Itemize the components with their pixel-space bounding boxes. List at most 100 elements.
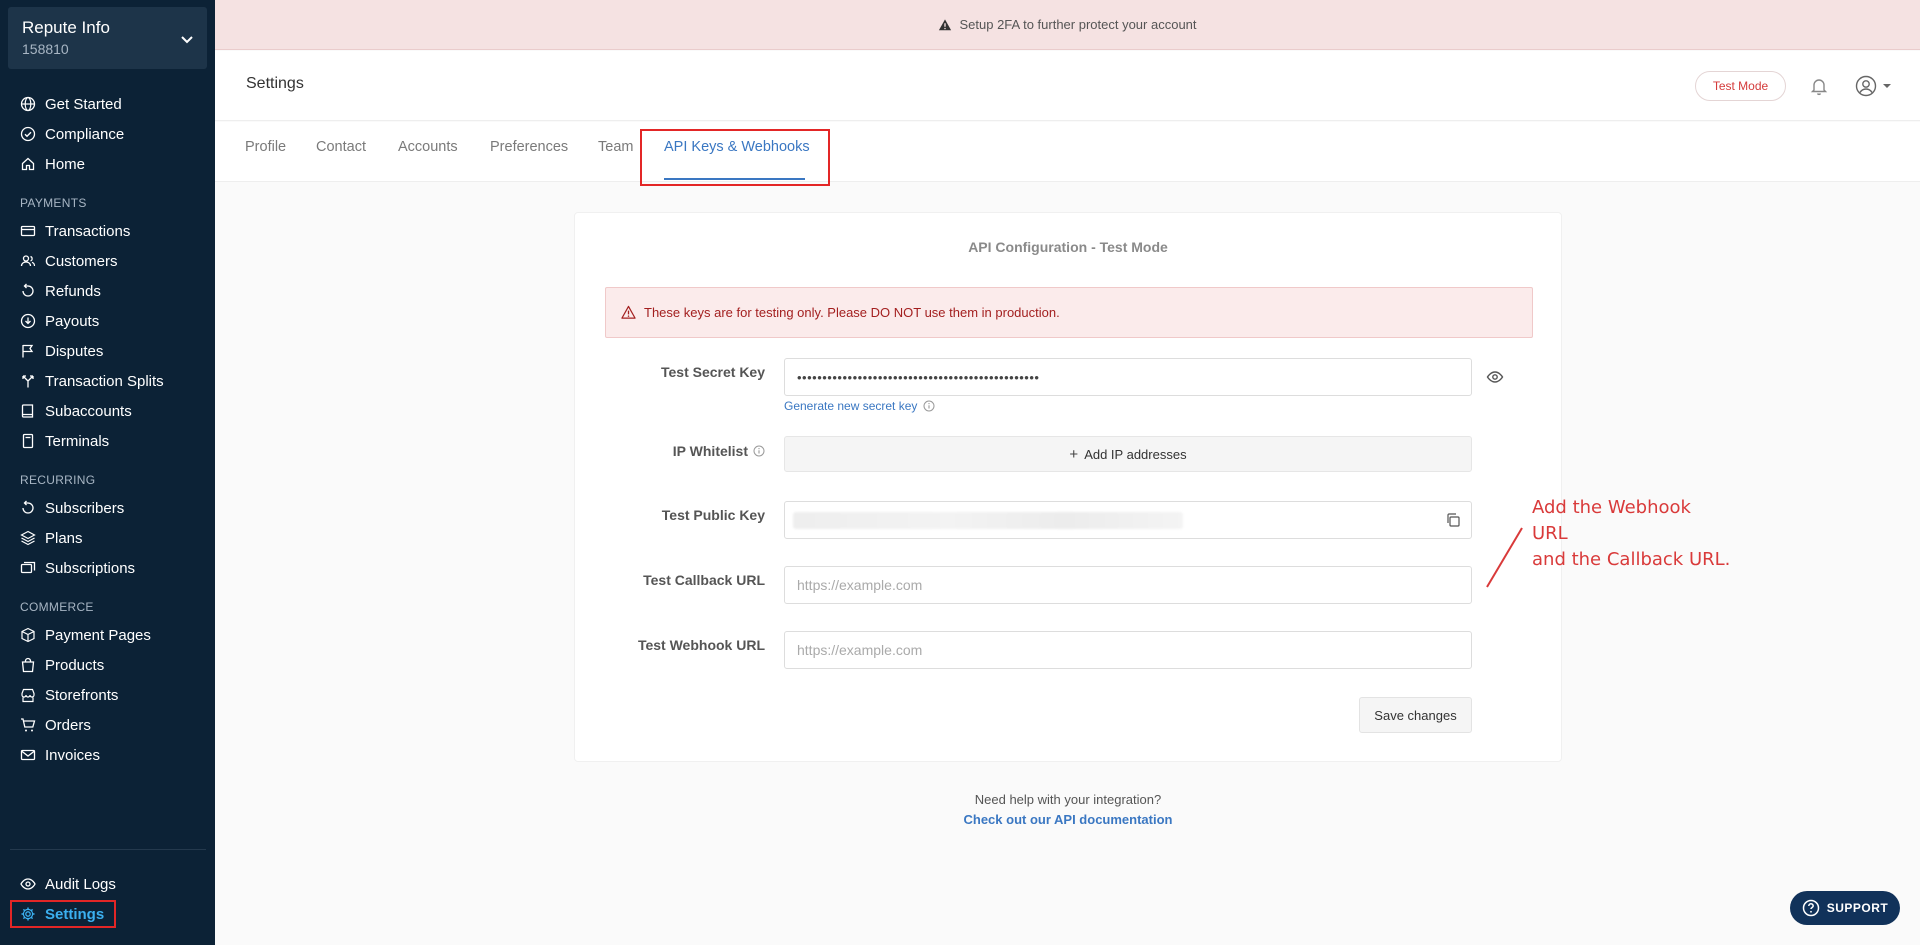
- add-ip-label: Add IP addresses: [1084, 446, 1187, 462]
- book-icon: [21, 404, 34, 418]
- sidebar-item-label: Disputes: [45, 342, 104, 360]
- tab-preferences[interactable]: Preferences: [490, 139, 568, 155]
- sidebar-nav: Get Started Compliance Home PAYMENTS Tra…: [0, 89, 215, 770]
- section-title-payments: PAYMENTS: [20, 196, 87, 210]
- tab-team[interactable]: Team: [598, 139, 633, 155]
- payout-icon: [20, 313, 36, 329]
- annotation-text: Add the Webhook URL and the Callback URL…: [1532, 495, 1732, 573]
- shopping-bag-icon: [21, 657, 35, 673]
- sidebar-item-transactions[interactable]: Transactions: [0, 216, 215, 246]
- help-circle-icon: [1802, 899, 1819, 917]
- sidebar-item-storefronts[interactable]: Storefronts: [0, 680, 215, 710]
- settings-tabs: Profile Contact Accounts Preferences Tea…: [215, 122, 1920, 186]
- globe-icon: [20, 96, 36, 112]
- generate-secret-key-link[interactable]: Generate new secret key: [784, 399, 935, 413]
- ip-whitelist-label-text: IP Whitelist: [672, 443, 748, 459]
- sidebar-item-label: Refunds: [45, 282, 101, 300]
- sidebar-item-customers[interactable]: Customers: [0, 246, 215, 276]
- section-title-recurring: RECURRING: [20, 473, 96, 487]
- sidebar-item-label: Plans: [45, 529, 83, 547]
- business-name: Repute Info: [22, 18, 110, 37]
- webhook-url-input[interactable]: https://example.com: [784, 631, 1472, 669]
- sidebar-item-refunds[interactable]: Refunds: [0, 276, 215, 306]
- plus-icon: +: [1069, 445, 1079, 463]
- copy-icon[interactable]: [1445, 512, 1461, 528]
- public-key-label: Test Public Key: [661, 507, 765, 523]
- secret-key-field[interactable]: ••••••••••••••••••••••••••••••••••••••••…: [784, 358, 1472, 396]
- secret-key-value: ••••••••••••••••••••••••••••••••••••••••…: [797, 369, 1040, 385]
- generate-link-text: Generate new secret key: [784, 399, 918, 413]
- sidebar-item-plans[interactable]: Plans: [0, 523, 215, 553]
- secret-key-label: Test Secret Key: [660, 364, 765, 380]
- annotation-line: [1486, 527, 1523, 588]
- mail-icon: [20, 749, 36, 761]
- sidebar-item-products[interactable]: Products: [0, 650, 215, 680]
- annotation-line-1: Add the Webhook URL: [1532, 497, 1691, 544]
- section-title-commerce: COMMERCE: [20, 600, 94, 614]
- save-changes-button[interactable]: Save changes: [1359, 697, 1472, 733]
- chevron-down-icon[interactable]: [179, 31, 195, 47]
- sidebar-item-label: Orders: [45, 716, 91, 734]
- tab-contact[interactable]: Contact: [316, 139, 366, 155]
- support-button[interactable]: SUPPORT: [1790, 891, 1900, 925]
- sidebar-item-compliance[interactable]: Compliance: [0, 119, 215, 149]
- add-ip-addresses-button[interactable]: + Add IP addresses: [784, 436, 1472, 472]
- sidebar-item-transaction-splits[interactable]: Transaction Splits: [0, 366, 215, 396]
- refresh-icon: [22, 500, 34, 514]
- flag-icon: [22, 344, 34, 358]
- sidebar-item-payouts[interactable]: Payouts: [0, 306, 215, 336]
- ip-whitelist-label: IP Whitelist: [575, 443, 765, 459]
- warning-text: These keys are for testing only. Please …: [644, 305, 1060, 320]
- api-docs-link[interactable]: Check out our API documentation: [574, 812, 1562, 827]
- help-text: Need help with your integration?: [974, 792, 1162, 807]
- sidebar-item-subscriptions[interactable]: Subscriptions: [0, 553, 215, 583]
- sidebar-item-label: Compliance: [45, 125, 125, 143]
- sidebar-item-subaccounts[interactable]: Subaccounts: [0, 396, 215, 426]
- eye-icon[interactable]: [1486, 368, 1504, 386]
- sidebar-item-audit-logs[interactable]: Audit Logs: [0, 869, 215, 899]
- business-switcher[interactable]: Repute Info 158810: [8, 7, 207, 69]
- sidebar-item-label: Home: [45, 155, 86, 173]
- sidebar-item-label: Get Started: [45, 95, 122, 113]
- test-mode-button[interactable]: Test Mode: [1695, 71, 1786, 101]
- page-title: Settings: [246, 75, 304, 92]
- cart-icon: [21, 718, 36, 732]
- stack-icon: [20, 561, 36, 574]
- sidebar-item-disputes[interactable]: Disputes: [0, 336, 215, 366]
- sidebar-item-get-started[interactable]: Get Started: [0, 89, 215, 119]
- warning-icon: [939, 18, 952, 30]
- sidebar-divider: [10, 849, 206, 850]
- sidebar-item-home[interactable]: Home: [0, 149, 215, 179]
- sidebar-item-label: Subaccounts: [45, 402, 132, 420]
- sidebar-item-payment-pages[interactable]: Payment Pages: [0, 620, 215, 650]
- blurred-public-key: [793, 512, 1183, 529]
- page-header: Settings Test Mode: [215, 51, 1920, 121]
- sidebar-item-orders[interactable]: Orders: [0, 710, 215, 740]
- sidebar-item-label: Storefronts: [45, 686, 119, 704]
- tab-highlight-box: [640, 129, 830, 186]
- card-icon: [20, 225, 36, 237]
- terminal-icon: [22, 433, 34, 449]
- support-label: SUPPORT: [1826, 901, 1889, 915]
- tab-accounts[interactable]: Accounts: [398, 139, 458, 155]
- public-key-field[interactable]: [784, 501, 1472, 539]
- sidebar-item-label: Terminals: [45, 432, 110, 450]
- caret-down-icon[interactable]: [1882, 82, 1892, 90]
- sidebar-item-label: Audit Logs: [45, 875, 116, 893]
- sidebar-item-subscribers[interactable]: Subscribers: [0, 493, 215, 523]
- warning-triangle-icon: [621, 305, 636, 319]
- sidebar-item-label: Subscribers: [45, 499, 125, 517]
- user-avatar-icon[interactable]: [1855, 75, 1877, 97]
- sidebar-item-label: Payment Pages: [45, 626, 151, 644]
- sidebar-item-label: Products: [45, 656, 105, 674]
- sidebar-item-label: Subscriptions: [45, 559, 136, 577]
- bell-icon[interactable]: [1809, 76, 1829, 96]
- callback-url-input[interactable]: https://example.com: [784, 566, 1472, 604]
- tab-profile[interactable]: Profile: [245, 139, 286, 155]
- info-icon: [923, 400, 935, 412]
- business-id: 158810: [22, 41, 69, 57]
- sidebar-item-terminals[interactable]: Terminals: [0, 426, 215, 456]
- sidebar-item-invoices[interactable]: Invoices: [0, 740, 215, 770]
- banner-text: Setup 2FA to further protect your accoun…: [959, 17, 1197, 32]
- annotation-line-2: and the Callback URL.: [1532, 549, 1731, 570]
